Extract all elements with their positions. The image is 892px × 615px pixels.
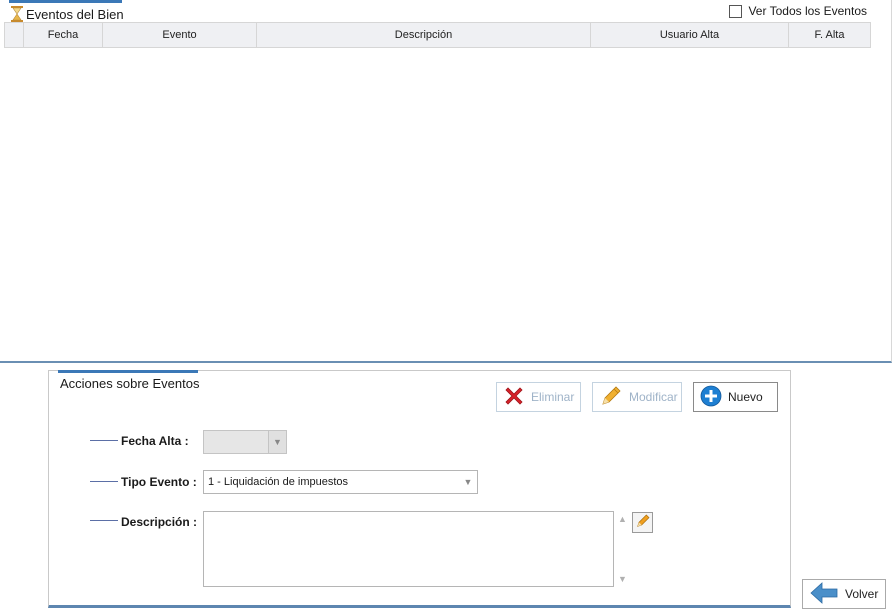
tipo-evento-label: Tipo Evento : — [121, 475, 197, 489]
descripcion-label: Descripción : — [121, 515, 198, 529]
panel-tab-accent — [9, 0, 122, 3]
chevron-down-icon[interactable]: ▼ — [459, 471, 477, 493]
ver-todos-label: Ver Todos los Eventos — [748, 4, 867, 18]
pencil-icon — [599, 384, 623, 411]
tipo-evento-value: 1 - Liquidación de impuestos — [208, 476, 349, 488]
eliminar-button[interactable]: Eliminar — [496, 382, 581, 412]
descripcion-textarea[interactable] — [203, 511, 614, 587]
eventos-grid-header: Fecha Evento Descripción Usuario Alta F.… — [4, 22, 871, 48]
scroll-down-icon[interactable]: ▼ — [618, 574, 627, 584]
column-header-f-alta[interactable]: F. Alta — [789, 23, 870, 47]
field-indicator-line — [90, 440, 118, 441]
column-header-fecha[interactable]: Fecha — [24, 23, 103, 47]
ver-todos-checkbox[interactable] — [729, 4, 743, 18]
edit-descripcion-button[interactable] — [632, 512, 653, 533]
tipo-evento-combo[interactable]: 1 - Liquidación de impuestos ▼ — [203, 470, 478, 494]
column-header-usuario-alta[interactable]: Usuario Alta — [591, 23, 789, 47]
fecha-alta-combo[interactable]: ▼ — [203, 430, 287, 454]
panel-title-text: Eventos del Bien — [26, 6, 124, 22]
column-header-evento[interactable]: Evento — [103, 23, 257, 47]
nuevo-label: Nuevo — [728, 390, 763, 404]
panel-title: Eventos del Bien — [10, 5, 124, 23]
delete-x-icon — [503, 385, 525, 410]
fecha-alta-label: Fecha Alta : — [121, 434, 189, 448]
volver-label: Volver — [845, 587, 879, 601]
descripcion-scrollbar[interactable]: ▲ ▼ — [614, 511, 631, 587]
nuevo-button[interactable]: Nuevo — [693, 382, 778, 412]
modificar-button[interactable]: Modificar — [592, 382, 682, 412]
window-root: Eventos del Bien Ver Todos los Eventos F… — [0, 0, 892, 615]
volver-button[interactable]: Volver — [802, 579, 886, 609]
pencil-icon — [635, 513, 651, 532]
ver-todos-toggle[interactable]: Ver Todos los Eventos — [729, 4, 867, 18]
hourglass-icon — [10, 6, 24, 22]
column-header-selector[interactable] — [5, 23, 24, 47]
field-indicator-line — [90, 481, 118, 482]
eventos-panel: Eventos del Bien Ver Todos los Eventos F… — [0, 0, 892, 363]
column-header-descripcion[interactable]: Descripción — [257, 23, 591, 47]
field-indicator-line — [90, 520, 118, 521]
plus-circle-icon — [700, 385, 722, 410]
modificar-label: Modificar — [629, 390, 678, 404]
acciones-tab-accent — [58, 370, 198, 373]
acciones-title: Acciones sobre Eventos — [60, 376, 200, 391]
chevron-down-icon[interactable]: ▼ — [268, 431, 286, 453]
eliminar-label: Eliminar — [531, 390, 575, 404]
scroll-up-icon[interactable]: ▲ — [618, 514, 627, 524]
back-arrow-icon — [809, 581, 839, 608]
